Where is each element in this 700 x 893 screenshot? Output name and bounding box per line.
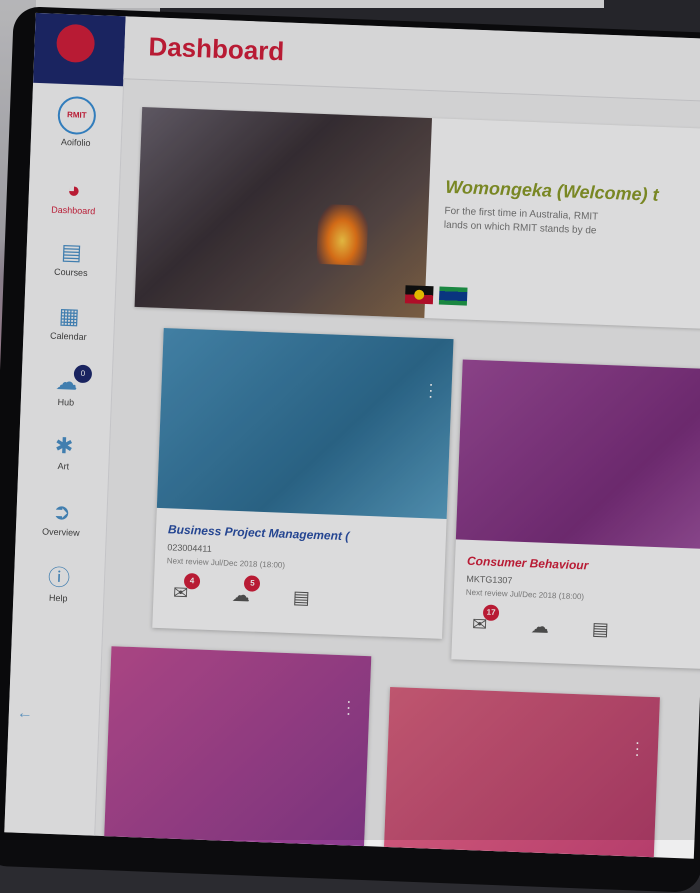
feedback-button[interactable]: ✉ 17 (464, 604, 500, 639)
course-code: MKTG1307 (466, 573, 513, 586)
dashboard-gauge-icon: ◕ (66, 177, 82, 203)
overview-arrow-icon: ➲ (51, 498, 72, 525)
course-card[interactable]: · · · Business Project Management ( 023004… (152, 327, 454, 639)
chat-icon: ☁ (530, 616, 550, 637)
aboriginal-flag-icon (404, 285, 434, 305)
sidebar-item-label: Dashboard (51, 204, 96, 217)
course-card-image: ··· (103, 646, 372, 857)
more-options-icon[interactable]: · · · (634, 734, 640, 763)
flags (404, 285, 470, 306)
courses-book-icon: ▤ (60, 239, 83, 265)
welcome-image (134, 106, 433, 318)
more-options-icon[interactable]: · · · (345, 693, 351, 722)
course-card-image: ··· (156, 327, 454, 519)
sidebar-item-label: Calendar (49, 330, 87, 343)
course-card[interactable]: · · · (103, 646, 372, 857)
course-card-image: ··· (455, 359, 700, 551)
calendar-icon: ▦ (58, 302, 81, 329)
feedback-button[interactable]: ✉ 4 (165, 572, 201, 607)
chat-button[interactable]: ☁ (524, 616, 555, 641)
page-header: Dashboard (123, 16, 700, 103)
sidebar-item-help[interactable]: ⓘ Help (13, 564, 104, 604)
course-card-image: ··· (382, 686, 660, 859)
hub-chat-icon: ☁ (55, 368, 79, 395)
sidebar-item-label: Overview (41, 526, 80, 538)
collapse-arrow-icon[interactable]: ← (16, 705, 34, 724)
logo-icon (55, 23, 96, 64)
document-icon: ▤ (292, 587, 311, 608)
course-title[interactable]: Business Project Management ( (168, 522, 350, 543)
app-screen: RMIT Aoifolio ◕ Dashboard ▤ Courses ▦ Ca… (4, 12, 700, 859)
tablet-frame: RMIT Aoifolio ◕ Dashboard ▤ Courses ▦ Ca… (0, 6, 700, 893)
document-button[interactable]: ▤ (286, 587, 317, 612)
welcome-heading: Womongeka (Welcome) t (444, 176, 659, 205)
document-icon: ▤ (591, 618, 610, 640)
sidebar-item-hub[interactable]: ☁ 0 Hub (21, 364, 112, 409)
feedback-badge: 17 (482, 604, 500, 622)
sidebar-item-label: Hub (57, 396, 75, 408)
sidebar-item-aoifolio[interactable]: RMIT Aoifolio (31, 95, 123, 149)
sidebar-item-label: Art (57, 461, 70, 472)
course-date: Next review Jul/Dec 2018 (18:00) (166, 556, 286, 570)
document-button[interactable]: ▤ (585, 618, 616, 643)
profile-badge-icon: RMIT (57, 95, 97, 136)
brand-logo[interactable] (33, 12, 126, 87)
sidebar-item-dashboard[interactable]: ◕ Dashboard (28, 177, 119, 217)
sidebar-item-courses[interactable]: ▤ Courses (26, 239, 117, 279)
help-icon: ⓘ (47, 564, 71, 591)
welcome-body: For the first time in Australia, RMIT la… (444, 205, 700, 244)
torres-strait-flag-icon (439, 286, 468, 306)
course-title[interactable]: Consumer Behaviour (467, 554, 589, 573)
chat-badge: 5 (244, 575, 261, 592)
sidebar-item-overview[interactable]: ➲ Overview (16, 498, 107, 538)
sidebar-item-label: Help (48, 592, 68, 604)
more-options-icon[interactable]: · · · (428, 376, 434, 405)
sidebar-item-label: Courses (53, 266, 88, 279)
page-title: Dashboard (147, 31, 285, 67)
course-code: 023004411 (167, 542, 212, 554)
paper-edge (36, 0, 604, 8)
art-figure-icon: ✱ (54, 432, 74, 459)
fire-illustration (316, 203, 369, 266)
welcome-card[interactable]: Womongeka (Welcome) t For the first time… (134, 106, 700, 330)
sidebar-item-art[interactable]: ✱ Art (18, 433, 109, 473)
sidebar-item-label: Aoifolio (60, 136, 91, 149)
course-actions: ✉ 4 ☁ 5 ▤ (165, 572, 343, 613)
course-actions: ✉ 17 ☁ ▤ (464, 604, 642, 645)
course-card[interactable]: ··· Consumer Behaviour MKTG1307 Next rev… (451, 359, 700, 671)
course-date: Next review Jul/Dec 2018 (18:00) (465, 587, 585, 602)
chat-button[interactable]: ☁ 5 (225, 575, 261, 610)
feedback-badge: 4 (183, 572, 201, 590)
course-card[interactable]: · · · (382, 686, 660, 859)
sidebar-item-calendar[interactable]: ▦ Calendar (23, 303, 114, 343)
